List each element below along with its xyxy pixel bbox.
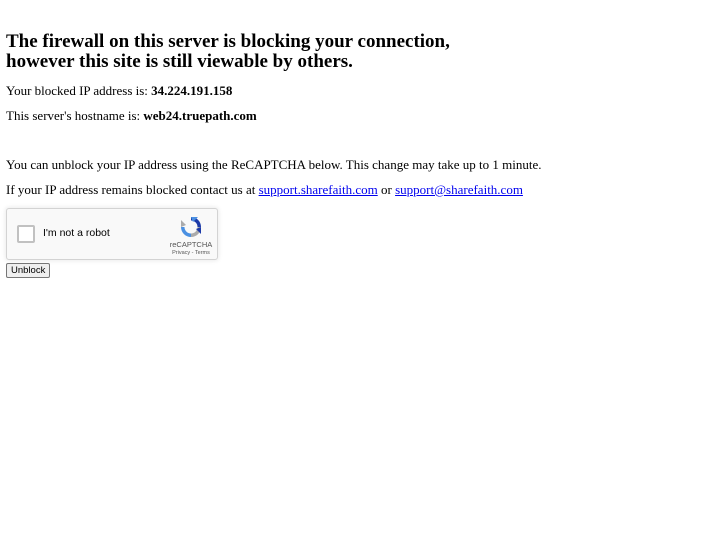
title-line-1: The firewall on this server is blocking … [6,31,450,52]
contact-separator: or [377,182,396,197]
support-site-link[interactable]: support.sharefaith.com [259,182,378,197]
blocked-ip-line: Your blocked IP address is: 34.224.191.1… [6,83,232,99]
recaptcha-terms: Privacy - Terms [165,250,217,256]
recaptcha-privacy-link[interactable]: Privacy [172,250,190,256]
recaptcha-checkbox[interactable] [17,225,35,243]
hostname-line: This server's hostname is: web24.truepat… [6,108,257,124]
contact-prefix: If your IP address remains blocked conta… [6,182,259,197]
unblock-button[interactable]: Unblock [6,263,51,278]
recaptcha-logo-icon [181,217,201,237]
unblock-instructions: You can unblock your IP address using th… [6,157,542,172]
support-email-link[interactable]: support@sharefaith.com [395,182,523,197]
blocked-ip-value: 34.224.191.158 [151,83,233,98]
contact-line: If your IP address remains blocked conta… [6,182,523,198]
recaptcha-label: I'm not a robot [43,227,110,239]
recaptcha-terms-link[interactable]: Terms [195,250,210,256]
page-title: The firewall on this server is blocking … [6,32,526,71]
hostname-value: web24.truepath.com [143,108,257,123]
recaptcha-widget: I'm not a robot reCAPTCHA Privacy - Term… [6,208,218,260]
recaptcha-brand: reCAPTCHA [169,240,213,249]
title-line-2: however this site is still viewable by o… [6,50,353,72]
blocked-ip-label: Your blocked IP address is: [6,83,152,98]
hostname-label: This server's hostname is: [6,108,144,123]
